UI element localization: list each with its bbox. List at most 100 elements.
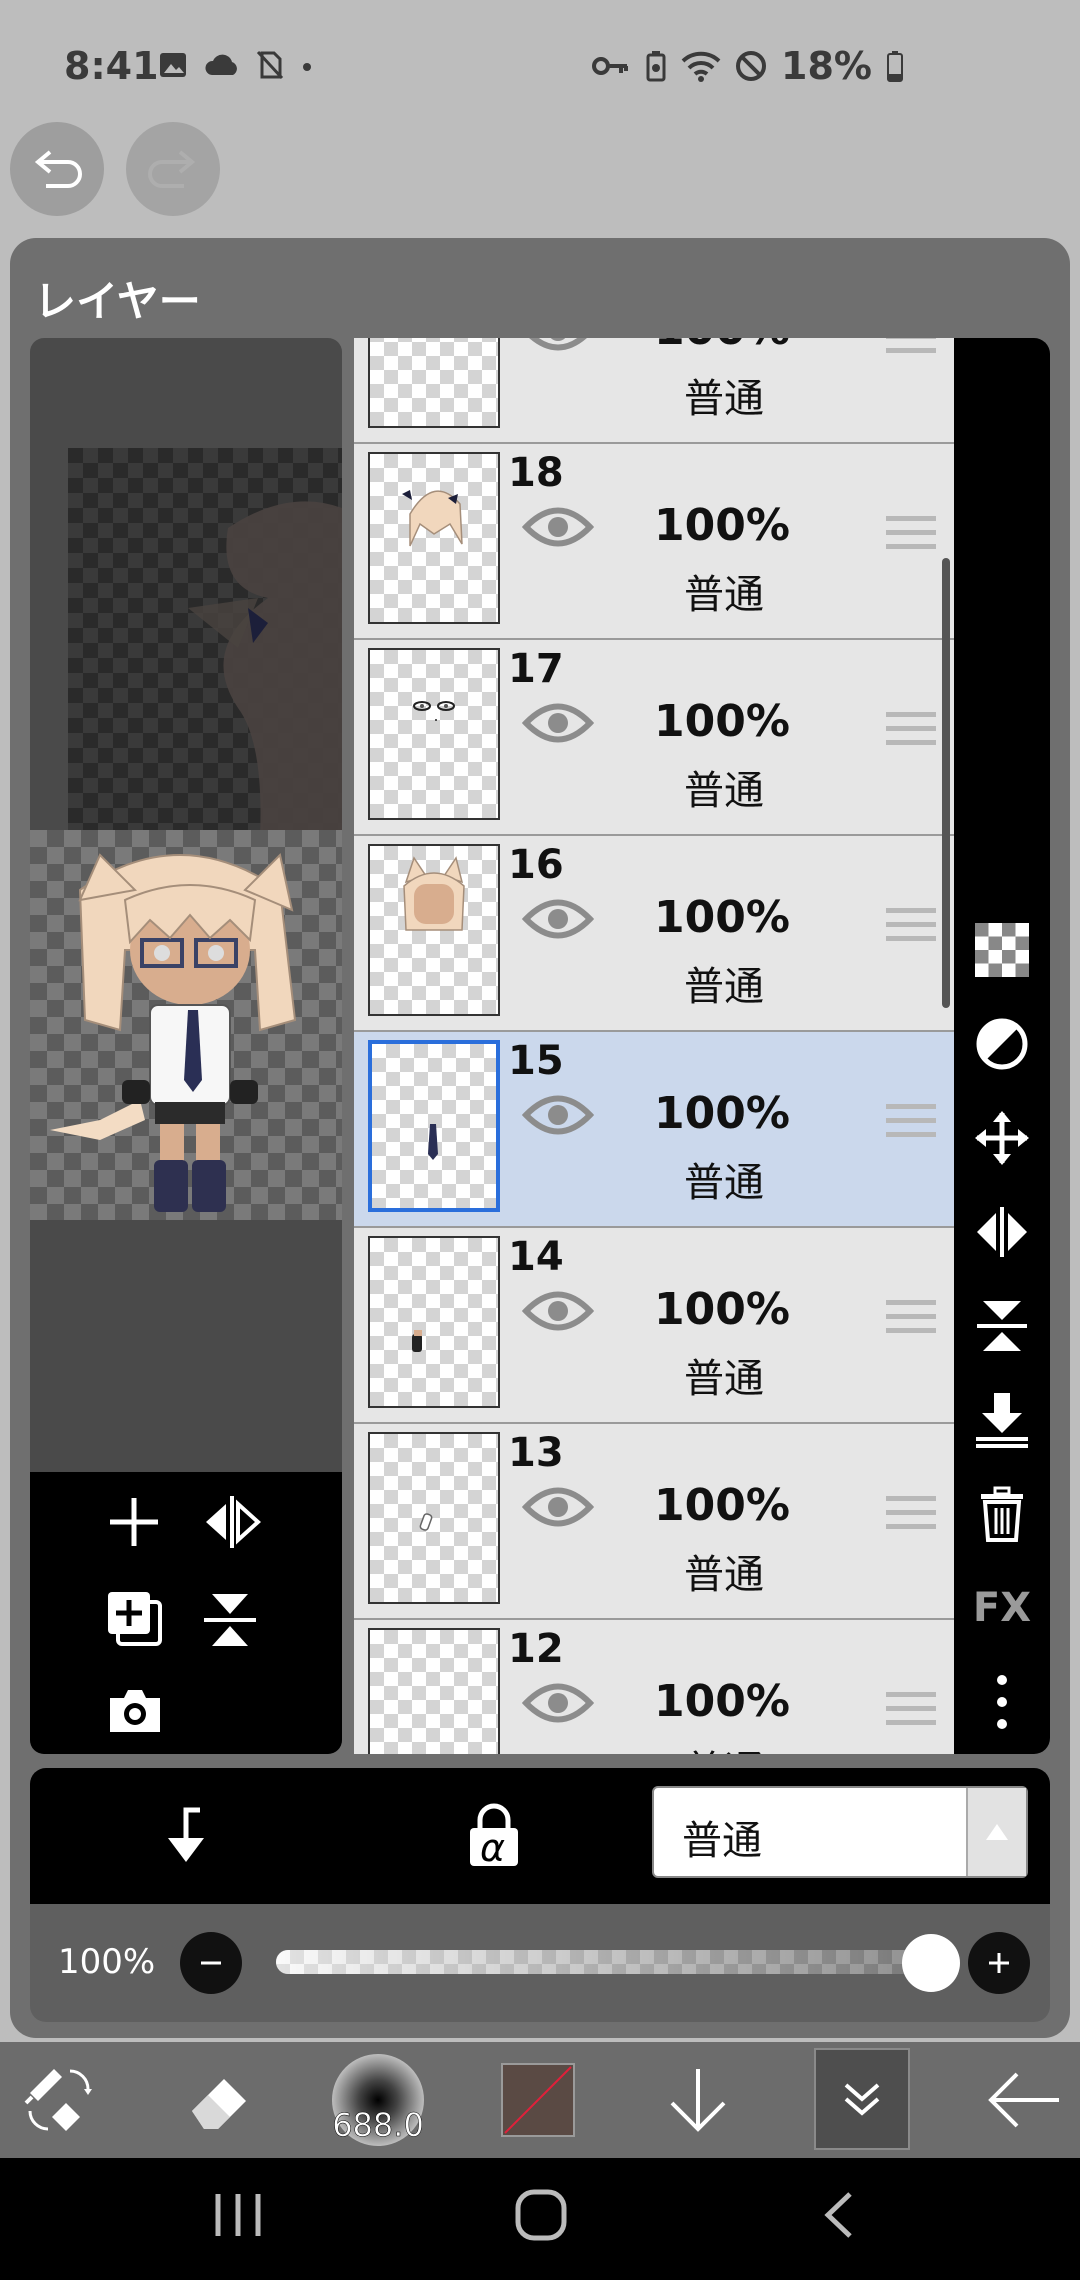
drag-handle[interactable] xyxy=(886,712,936,754)
layer-blend-mode: 普通 xyxy=(684,1356,764,1402)
eye-icon[interactable] xyxy=(522,1288,594,1334)
layer-row[interactable]: 14 100% 普通 xyxy=(354,1228,954,1424)
eye-icon[interactable] xyxy=(522,700,594,746)
camera-icon[interactable] xyxy=(106,1686,164,1736)
canvas-preview[interactable] xyxy=(30,338,342,1754)
recent-apps-button[interactable] xyxy=(212,2188,264,2246)
layer-preview xyxy=(30,830,342,1220)
eye-icon[interactable] xyxy=(522,504,594,550)
preview-tools xyxy=(30,1472,342,1754)
layer-blend-mode: 普通 xyxy=(684,1738,764,1754)
flip-vertical-icon[interactable] xyxy=(202,1590,258,1650)
opacity-decrease-button[interactable] xyxy=(180,1932,242,1994)
duplicate-layer-icon[interactable] xyxy=(106,1590,164,1648)
hair-thumb-art xyxy=(402,490,463,547)
bottom-toolbar: 688.0 xyxy=(0,2042,1080,2158)
alpha-lock-button[interactable]: α xyxy=(466,1802,522,1870)
layer-row[interactable]: 18 100% 普通 xyxy=(354,444,954,640)
flip-vertical-icon xyxy=(977,1301,1027,1351)
color-swatch-button[interactable] xyxy=(500,2042,576,2158)
layer-list[interactable]: 100% 普通 18 100% 普通 17 100% 普通 xyxy=(354,338,954,1754)
home-button[interactable] xyxy=(514,2188,568,2246)
back-button[interactable] xyxy=(984,2042,1064,2158)
opacity-slider-thumb[interactable] xyxy=(902,1934,960,1992)
system-back-button[interactable] xyxy=(818,2188,858,2246)
brush-size-button[interactable]: 688.0 xyxy=(326,2042,430,2158)
fx-button[interactable]: FX xyxy=(972,1578,1032,1638)
move-icon xyxy=(975,1111,1029,1165)
tie-thumb-art xyxy=(428,1124,438,1160)
drag-handle[interactable] xyxy=(886,1300,936,1342)
blend-mode-select[interactable]: 普通 xyxy=(652,1786,1028,1878)
eye-icon[interactable] xyxy=(522,1680,594,1726)
layer-row[interactable]: 17 100% 普通 xyxy=(354,640,954,836)
layer-scrollbar[interactable] xyxy=(942,558,950,1008)
eye-icon[interactable] xyxy=(522,1092,594,1138)
delete-layer-button[interactable] xyxy=(972,1484,1032,1544)
clipping-button[interactable] xyxy=(972,1014,1032,1074)
undo-button[interactable] xyxy=(10,122,104,216)
layer-panel: レイヤー 普通 18 100% 普通 17 100% 普通 16 100% 普通… xyxy=(10,238,1070,2038)
glove-thumb-art xyxy=(412,1330,422,1352)
clip-down-arrow-icon[interactable] xyxy=(160,1806,210,1866)
drag-handle[interactable] xyxy=(886,1104,936,1146)
layer-opacity: 100% xyxy=(654,1088,790,1139)
collapse-panel-button[interactable] xyxy=(814,2048,910,2150)
add-layer-icon[interactable] xyxy=(106,1494,162,1550)
panel-title: レイヤー xyxy=(34,277,201,326)
drag-handle[interactable] xyxy=(886,1692,936,1734)
drag-handle[interactable] xyxy=(886,908,936,950)
transform-tool-button[interactable] xyxy=(14,2042,104,2158)
layer-thumbnail xyxy=(368,1628,500,1754)
eraser-tool-button[interactable] xyxy=(176,2042,266,2158)
layer-thumbnail xyxy=(368,844,500,1016)
layer-number: 18 xyxy=(508,450,564,496)
flip-horizontal-icon xyxy=(977,1207,1027,1257)
drag-handle[interactable] xyxy=(886,1496,936,1538)
dropdown-arrow-icon xyxy=(966,1788,1026,1876)
merge-down-button[interactable] xyxy=(972,1390,1032,1450)
layer-thumbnail xyxy=(368,648,500,820)
layer-number: 14 xyxy=(508,1234,564,1280)
opacity-slider-track[interactable] xyxy=(276,1950,956,1974)
layer-blend-mode: 普通 xyxy=(684,964,764,1010)
down-arrow-icon xyxy=(670,2069,726,2132)
do-not-disturb-icon xyxy=(736,51,767,81)
drag-handle[interactable] xyxy=(886,338,936,362)
transparency-lock-button[interactable] xyxy=(972,920,1032,980)
flip-layer-vertical-button[interactable] xyxy=(972,1296,1032,1356)
layer-row[interactable]: 13 100% 普通 xyxy=(354,1424,954,1620)
transform-icon xyxy=(24,2069,92,2131)
character-zoom-art xyxy=(188,501,342,868)
layer-action-bar: α 普通 xyxy=(30,1768,1050,1904)
flip-layer-horizontal-button[interactable] xyxy=(972,1202,1032,1262)
redo-icon xyxy=(148,150,196,188)
status-bar: 8:41 18% xyxy=(0,0,1080,132)
status-time: 8:41 xyxy=(64,44,159,88)
layer-opacity: 100% xyxy=(654,892,790,943)
layer-down-button[interactable] xyxy=(660,2042,736,2158)
layer-opacity: 100% xyxy=(654,1284,790,1335)
layer-blend-mode: 普通 xyxy=(684,768,764,814)
layer-blend-mode: 普通 xyxy=(684,572,764,618)
opacity-bar: 100% xyxy=(30,1904,1050,2022)
head-thumb-art xyxy=(403,856,465,931)
layer-row[interactable]: 12 100% 普通 xyxy=(354,1620,954,1754)
layer-row[interactable]: 16 100% 普通 xyxy=(354,836,954,1032)
drag-handle[interactable] xyxy=(886,516,936,558)
eye-icon[interactable] xyxy=(522,338,594,354)
eye-icon[interactable] xyxy=(522,896,594,942)
more-options-button[interactable] xyxy=(972,1672,1032,1732)
character-art xyxy=(50,852,297,1212)
layer-row-selected[interactable]: 15 100% 普通 xyxy=(354,1032,954,1228)
layer-thumbnail xyxy=(368,1040,500,1212)
flip-horizontal-icon[interactable] xyxy=(202,1494,262,1550)
opacity-increase-button[interactable] xyxy=(968,1932,1030,1994)
redo-button[interactable] xyxy=(126,122,220,216)
layer-thumbnail xyxy=(368,1236,500,1408)
layer-row[interactable]: 100% 普通 xyxy=(354,338,954,444)
move-button[interactable] xyxy=(972,1108,1032,1168)
eye-icon[interactable] xyxy=(522,1484,594,1530)
eraser-icon xyxy=(192,2079,246,2129)
bandage-thumb-art xyxy=(419,1513,433,1531)
